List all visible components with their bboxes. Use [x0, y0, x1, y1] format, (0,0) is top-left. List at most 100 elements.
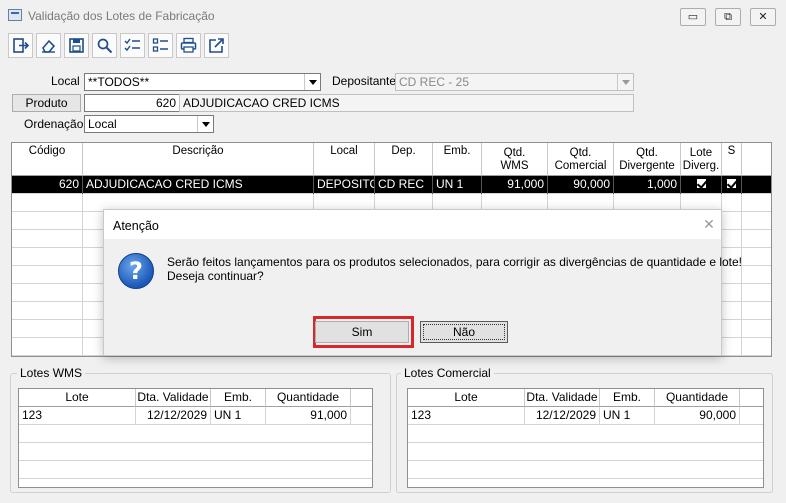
chevron-down-icon — [617, 74, 633, 90]
table-cell — [722, 194, 742, 212]
col-header-validade[interactable]: Dta. Validade — [136, 389, 211, 407]
table-row[interactable]: 123 12/12/2029 UN 1 90,000 — [408, 407, 763, 425]
table-row[interactable] — [19, 443, 372, 461]
produto-button[interactable]: Produto — [12, 94, 81, 112]
clear-icon — [42, 39, 56, 53]
col-header-descricao[interactable]: Descrição — [83, 143, 314, 176]
cell-dep: CD REC — [375, 176, 433, 194]
cell-descricao: ADJUDICACAO CRED ICMS — [83, 176, 314, 194]
depositante-value: CD REC - 25 — [399, 75, 470, 89]
table-cell — [12, 194, 83, 212]
col-header-codigo[interactable]: Código — [12, 143, 83, 176]
dialog-question: Deseja continuar? — [167, 269, 264, 283]
table-row[interactable] — [408, 443, 763, 461]
save-icon — [69, 38, 84, 53]
clear-button[interactable] — [36, 33, 61, 58]
cell-lote: 123 — [408, 407, 525, 425]
col-header-lote-diverg[interactable]: Lote Diverg. — [681, 143, 722, 176]
restore-button[interactable]: ⧉ — [715, 8, 741, 26]
window-title: Validação dos Lotes de Fabricação — [28, 9, 215, 23]
lotes-comercial-grid[interactable]: Lote Dta. Validade Emb. Quantidade 123 1… — [407, 388, 764, 488]
table-row[interactable] — [19, 461, 372, 479]
col-header-lote[interactable]: Lote — [19, 389, 136, 407]
table-cell — [722, 320, 742, 338]
table-cell — [722, 230, 742, 248]
export-button[interactable] — [204, 33, 229, 58]
cell-s[interactable] — [722, 176, 742, 194]
col-header-lote[interactable]: Lote — [408, 389, 525, 407]
table-cell — [12, 266, 83, 284]
ordenacao-value: Local — [88, 117, 117, 131]
export-icon — [209, 38, 224, 53]
cell-emb: UN 1 — [433, 176, 482, 194]
col-header-emb[interactable]: Emb. — [433, 143, 482, 176]
ordenacao-label: Ordenação — [24, 117, 84, 131]
minimize-button[interactable]: ▭ — [680, 8, 706, 26]
col-header-filler — [740, 389, 763, 407]
print-button[interactable] — [176, 33, 201, 58]
cell-validade: 12/12/2029 — [525, 407, 600, 425]
col-header-filler — [351, 389, 372, 407]
col-header-qtd-divergente[interactable]: Qtd. Divergente — [614, 143, 681, 176]
check-list-button[interactable] — [120, 33, 145, 58]
save-button[interactable] — [64, 33, 89, 58]
col-header-emb[interactable]: Emb. — [600, 389, 655, 407]
table-cell — [12, 284, 83, 302]
col-header-quantidade[interactable]: Quantidade — [266, 389, 351, 407]
table-cell — [722, 212, 742, 230]
dialog-title: Atenção — [113, 219, 159, 233]
table-row[interactable] — [19, 425, 372, 443]
cell-lote-diverg[interactable] — [681, 176, 722, 194]
ordenacao-select[interactable]: Local — [84, 115, 214, 133]
dialog-message: Serão feitos lançamentos para os produto… — [167, 255, 743, 269]
lote-diverg-checkbox[interactable] — [695, 178, 707, 189]
confirm-dialog: Atenção ✕ ? Serão feitos lançamentos par… — [103, 209, 742, 356]
col-header-local[interactable]: Local — [314, 143, 375, 176]
col-header-validade[interactable]: Dta. Validade — [525, 389, 600, 407]
table-cell — [722, 284, 742, 302]
search-icon — [97, 38, 113, 54]
chevron-down-icon[interactable] — [304, 74, 320, 90]
question-icon: ? — [118, 253, 154, 289]
print-icon — [180, 37, 197, 53]
col-header-emb[interactable]: Emb. — [211, 389, 266, 407]
col-header-dep[interactable]: Dep. — [375, 143, 433, 176]
list-button[interactable] — [148, 33, 173, 58]
exit-button[interactable] — [8, 33, 33, 58]
col-header-quantidade[interactable]: Quantidade — [655, 389, 740, 407]
exit-icon — [13, 38, 29, 53]
chevron-down-icon[interactable] — [197, 116, 213, 132]
produto-code-field[interactable]: 620 — [84, 94, 180, 112]
cell-qtd-comercial: 90,000 — [548, 176, 614, 194]
col-header-qtd-wms[interactable]: Qtd. WMS — [482, 143, 548, 176]
table-row[interactable]: 123 12/12/2029 UN 1 91,000 — [19, 407, 372, 425]
cell-lote: 123 — [19, 407, 136, 425]
dialog-body: ? Serão feitos lançamentos para os produ… — [104, 239, 742, 355]
local-label: Local — [51, 74, 80, 88]
cell-qtd-divergente: 1,000 — [614, 176, 681, 194]
yes-button[interactable]: Sim — [315, 321, 409, 343]
col-header-filler — [742, 143, 771, 176]
table-cell — [12, 248, 83, 266]
search-button[interactable] — [92, 33, 117, 58]
list-icon — [152, 38, 168, 52]
table-row[interactable]: 620 ADJUDICACAO CRED ICMS DEPOSITO CD RE… — [12, 176, 771, 194]
table-row[interactable] — [408, 425, 763, 443]
check-list-icon — [124, 38, 140, 52]
select-checkbox[interactable] — [726, 178, 737, 189]
no-button[interactable]: Não — [420, 321, 508, 343]
dialog-close-icon[interactable]: ✕ — [701, 216, 717, 232]
cell-validade: 12/12/2029 — [136, 407, 211, 425]
cell-codigo: 620 — [12, 176, 83, 194]
cell-local: DEPOSITO — [314, 176, 375, 194]
col-header-s[interactable]: S — [722, 143, 742, 176]
close-button[interactable]: ✕ — [750, 8, 776, 26]
table-row[interactable] — [408, 461, 763, 479]
col-header-qtd-comercial[interactable]: Qtd. Comercial — [548, 143, 614, 176]
local-select[interactable]: **TODOS** — [84, 73, 321, 91]
cell-quantidade: 90,000 — [655, 407, 740, 425]
lotes-comercial-title: Lotes Comercial — [401, 366, 494, 380]
lotes-wms-grid[interactable]: Lote Dta. Validade Emb. Quantidade 123 1… — [18, 388, 373, 488]
depositante-select: CD REC - 25 — [395, 73, 634, 91]
table-cell — [12, 212, 83, 230]
